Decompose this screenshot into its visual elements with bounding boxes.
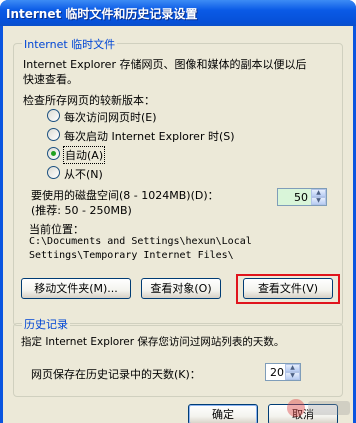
history-days-stepper[interactable]: 20 ▲ ▼ bbox=[265, 363, 301, 381]
decrement-arrow-icon[interactable]: ▼ bbox=[311, 197, 326, 205]
stepper-buttons: ▲ ▼ bbox=[285, 364, 300, 380]
check-newer-versions-label: 检查所存网页的较新版本： bbox=[23, 94, 155, 107]
temp-files-description-line2: 快速查看。 bbox=[23, 73, 78, 86]
temp-files-description-line1: Internet Explorer 存储网页、图像和媒体的副本以便以后 bbox=[23, 58, 307, 71]
ok-button[interactable]: 确定 bbox=[188, 404, 258, 423]
disk-space-stepper[interactable]: 50 ▲ ▼ bbox=[277, 188, 327, 206]
disk-space-value[interactable]: 50 bbox=[294, 191, 308, 204]
radio-label: 每次启动 Internet Explorer 时(S) bbox=[64, 130, 235, 143]
settings-dialog: Internet 临时文件和历史记录设置 Internet 临时文件 Inter… bbox=[0, 0, 356, 423]
radio-button[interactable] bbox=[47, 128, 60, 141]
radio-every-visit[interactable]: 每次访问网页时(E) bbox=[47, 108, 187, 124]
decrement-arrow-icon[interactable]: ▼ bbox=[285, 372, 300, 380]
history-legend: 历史记录 bbox=[22, 316, 70, 332]
disk-space-hint: (推荐: 50 - 250MB) bbox=[31, 204, 132, 217]
view-files-button[interactable]: 查看文件(V) bbox=[243, 278, 333, 299]
radio-never[interactable]: 从不(N) bbox=[47, 165, 147, 181]
radio-button[interactable] bbox=[47, 109, 60, 122]
radio-label: 每次访问网页时(E) bbox=[64, 111, 157, 124]
history-description: 指定 Internet Explorer 保存您访问过网站列表的天数。 bbox=[21, 336, 285, 348]
disk-space-label: 要使用的磁盘空间(8 - 1024MB)(D)： bbox=[31, 189, 219, 202]
dialog-body: Internet 临时文件 Internet Explorer 存储网页、图像和… bbox=[3, 26, 353, 423]
location-path-line2: Settings\Temporary Internet Files\ bbox=[29, 250, 234, 261]
radio-label: 从不(N) bbox=[64, 168, 103, 181]
title-bar[interactable]: Internet 临时文件和历史记录设置 bbox=[0, 0, 356, 26]
radio-automatic[interactable]: 自动(A) bbox=[47, 146, 147, 164]
stepper-buttons: ▲ ▼ bbox=[311, 189, 326, 205]
radio-button[interactable] bbox=[47, 166, 60, 179]
view-objects-button[interactable]: 查看对象(O) bbox=[141, 278, 221, 299]
radio-every-start[interactable]: 每次启动 Internet Explorer 时(S) bbox=[47, 127, 267, 143]
history-days-label: 网页保存在历史记录中的天数(K)： bbox=[31, 368, 201, 381]
temp-files-legend: Internet 临时文件 bbox=[22, 36, 118, 52]
increment-arrow-icon[interactable]: ▲ bbox=[285, 364, 300, 372]
increment-arrow-icon[interactable]: ▲ bbox=[311, 189, 326, 197]
watermark-logo-icon bbox=[287, 399, 350, 417]
location-label: 当前位置： bbox=[29, 223, 84, 236]
history-days-value[interactable]: 20 bbox=[270, 366, 284, 379]
radio-label: 自动(A) bbox=[62, 146, 106, 164]
dialog-title: Internet 临时文件和历史记录设置 bbox=[6, 7, 198, 21]
move-folder-button[interactable]: 移动文件夹(M)... bbox=[21, 278, 131, 299]
radio-button-checked[interactable] bbox=[47, 147, 60, 160]
location-path-line1: C:\Documents and Settings\hexun\Local bbox=[29, 236, 252, 247]
